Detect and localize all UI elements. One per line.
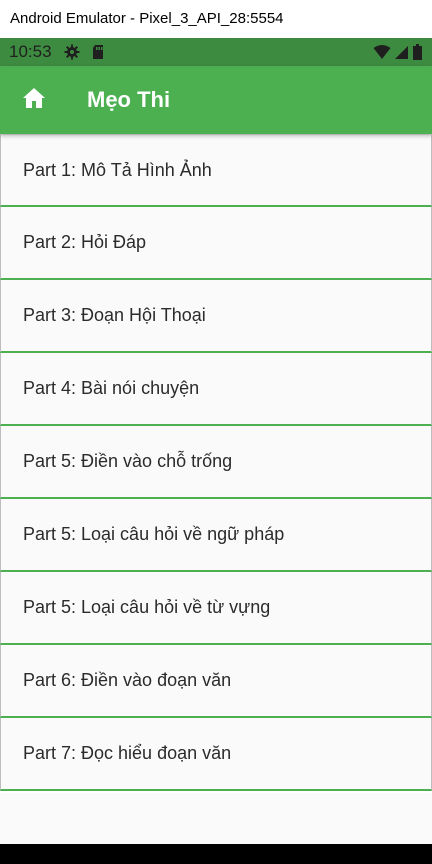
sd-card-icon [91, 44, 105, 65]
list-item[interactable]: Part 6: Điền vào đoạn văn [0, 645, 432, 718]
list-item-label: Part 7: Đọc hiểu đoạn văn [23, 743, 232, 763]
app-bar: Mẹo Thi [0, 66, 432, 134]
tips-list: Part 1: Mô Tả Hình Ảnh Part 2: Hỏi Đáp P… [0, 134, 432, 791]
list-item[interactable]: Part 3: Đoạn Hội Thoại [0, 280, 432, 353]
list-item-label: Part 5: Loại câu hỏi về ngữ pháp [23, 524, 285, 544]
list-item-label: Part 4: Bài nói chuyện [23, 378, 200, 398]
list-item[interactable]: Part 7: Đọc hiểu đoạn văn [0, 718, 432, 791]
list-item[interactable]: Part 5: Loại câu hỏi về từ vựng [0, 572, 432, 645]
list-item[interactable]: Part 2: Hỏi Đáp [0, 207, 432, 280]
empty-area [0, 793, 432, 844]
wifi-icon [373, 44, 391, 65]
list-item-label: Part 3: Đoạn Hội Thoại [23, 305, 206, 325]
home-icon [22, 87, 46, 114]
list-item-label: Part 2: Hỏi Đáp [23, 232, 147, 252]
home-button[interactable] [14, 80, 54, 120]
list-item[interactable]: Part 5: Điền vào chỗ trống [0, 426, 432, 499]
battery-icon [413, 44, 422, 65]
page-title: Mẹo Thi [87, 87, 171, 112]
list-item[interactable]: Part 5: Loại câu hỏi về ngữ pháp [0, 499, 432, 572]
list-item-label: Part 5: Loại câu hỏi về từ vựng [23, 597, 271, 617]
list-item-label: Part 6: Điền vào đoạn văn [23, 670, 232, 690]
list-item-label: Part 5: Điền vào chỗ trống [23, 451, 233, 471]
list-item[interactable]: Part 4: Bài nói chuyện [0, 353, 432, 426]
status-time: 10:53 [9, 42, 52, 61]
gear-icon [64, 44, 80, 65]
list-item[interactable]: Part 1: Mô Tả Hình Ảnh [0, 134, 432, 207]
window-title: Android Emulator - Pixel_3_API_28:5554 [0, 0, 432, 38]
list-item-label: Part 1: Mô Tả Hình Ảnh [23, 160, 212, 180]
status-bar: 10:53 [0, 38, 432, 66]
signal-icon [395, 44, 409, 65]
navigation-bar [0, 844, 432, 864]
